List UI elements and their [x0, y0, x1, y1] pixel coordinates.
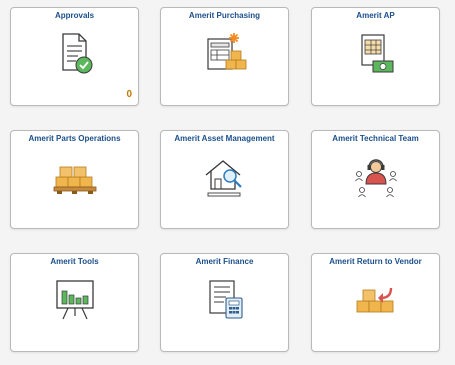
tile-amerit-tools[interactable]: Amerit Tools [10, 253, 139, 352]
tile-amerit-finance[interactable]: Amerit Finance [160, 253, 289, 352]
tile-approvals[interactable]: Approvals 0 [10, 7, 139, 106]
approvals-document-check-icon [52, 30, 98, 76]
tools-presentation-chart-icon [52, 276, 98, 322]
return-to-vendor-boxes-arrow-icon [353, 276, 399, 322]
purchasing-form-boxes-icon [202, 30, 248, 76]
tile-amerit-return-to-vendor[interactable]: Amerit Return to Vendor [311, 253, 440, 352]
technical-team-headset-icon [353, 153, 399, 199]
tile-title: Approvals [54, 11, 95, 20]
tile-title: Amerit Return to Vendor [329, 257, 422, 266]
tile-title: Amerit Tools [50, 257, 99, 266]
parts-pallet-boxes-icon [52, 153, 98, 199]
tile-title: Amerit AP [356, 11, 395, 20]
tile-title: Amerit Finance [195, 257, 254, 266]
tile-amerit-asset-management[interactable]: Amerit Asset Management [160, 130, 289, 229]
asset-house-magnifier-icon [202, 153, 248, 199]
ap-invoice-money-icon [353, 30, 399, 76]
pending-count-badge: 0 [126, 89, 132, 100]
tile-title: Amerit Asset Management [174, 134, 275, 143]
tile-title: Amerit Technical Team [332, 134, 419, 143]
tile-amerit-purchasing[interactable]: Amerit Purchasing [160, 7, 289, 106]
tile-amerit-parts-operations[interactable]: Amerit Parts Operations [10, 130, 139, 229]
tile-amerit-technical-team[interactable]: Amerit Technical Team [311, 130, 440, 229]
tile-title: Amerit Purchasing [188, 11, 261, 20]
tile-title: Amerit Parts Operations [28, 134, 121, 143]
finance-document-calculator-icon [202, 276, 248, 322]
tile-amerit-ap[interactable]: Amerit AP [311, 7, 440, 106]
